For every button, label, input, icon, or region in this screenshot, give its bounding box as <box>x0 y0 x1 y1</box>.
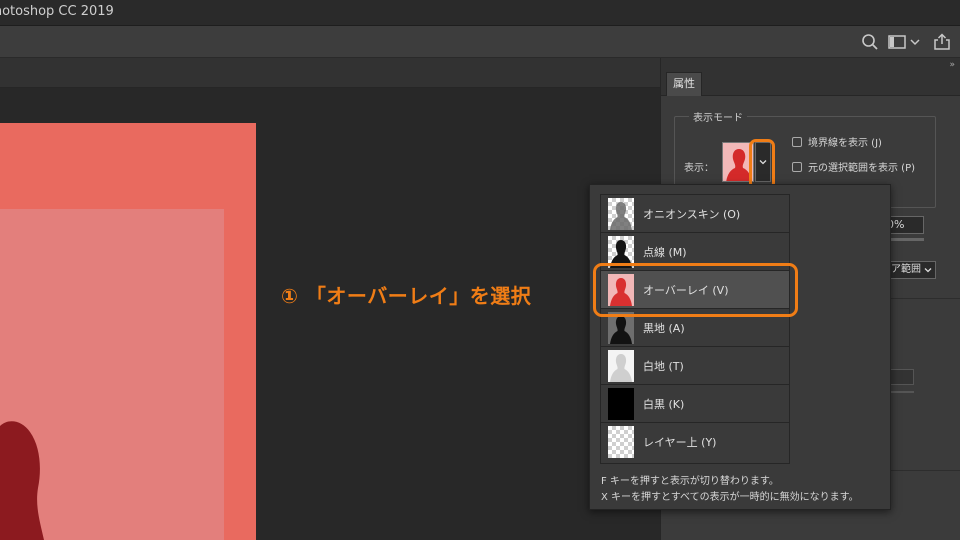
dropdown-highlight <box>749 139 775 190</box>
view-mode-label: 点線 (M) <box>643 246 687 259</box>
range-select-value: ア範囲 <box>891 264 921 275</box>
view-label: 表示： <box>684 163 714 174</box>
chevron-down-icon <box>924 268 932 273</box>
show-edges-checkbox[interactable]: 境界線を表示 (J) <box>792 134 882 149</box>
panel-slider[interactable] <box>888 391 914 393</box>
show-edges-label: 境界線を表示 (J) <box>808 138 882 149</box>
search-icon[interactable] <box>860 32 880 52</box>
show-original-label: 元の選択範囲を表示 (P) <box>808 163 916 174</box>
document-tab-strip <box>0 58 660 88</box>
hint-f-key: F キーを押すと表示が切り替わります。 <box>601 476 779 487</box>
view-mode-item-on-layers[interactable]: レイヤー上 (Y) <box>601 423 789 461</box>
view-mode-label: 白地 (T) <box>643 360 684 373</box>
view-mode-item-white-bg[interactable]: 白地 (T) <box>601 347 789 385</box>
share-icon[interactable] <box>932 32 952 52</box>
checkbox-box[interactable] <box>792 137 802 147</box>
view-mode-item-black-white[interactable]: 白黒 (K) <box>601 385 789 423</box>
canvas-area[interactable] <box>0 88 660 540</box>
collapse-panel-icon[interactable]: » <box>949 60 955 70</box>
hair-silhouette <box>0 421 44 540</box>
opacity-field[interactable]: 0% <box>888 216 924 234</box>
title-bar: Photoshop CC 2019 <box>0 0 960 26</box>
view-mode-label: レイヤー上 (Y) <box>643 436 717 449</box>
document-canvas[interactable] <box>0 123 256 540</box>
checkbox-box[interactable] <box>792 162 802 172</box>
range-select[interactable]: ア範囲 <box>888 261 936 279</box>
tab-properties[interactable]: 属性 <box>666 72 702 96</box>
view-mode-label: 白黒 (K) <box>643 398 685 411</box>
view-mode-label: 黒地 (A) <box>643 322 685 335</box>
view-mode-list: オニオンスキン (O) 点線 (M) オーバーレイ (V) 黒地 (A) 白地 <box>600 194 790 464</box>
hint-x-key: X キーを押すとすべての表示が一時的に無効になります。 <box>601 492 859 503</box>
chevron-down-icon[interactable] <box>909 32 921 52</box>
opacity-slider[interactable] <box>888 238 924 241</box>
view-mode-popup: オニオンスキン (O) 点線 (M) オーバーレイ (V) 黒地 (A) 白地 <box>589 184 891 510</box>
view-mode-label: オニオンスキン (O) <box>643 208 741 221</box>
black-white-thumbnail <box>608 388 634 420</box>
workspace-icon[interactable] <box>887 32 907 52</box>
overlay-item-highlight <box>593 263 798 317</box>
on-layers-thumbnail <box>608 426 634 458</box>
window-title: Photoshop CC 2019 <box>0 4 114 19</box>
view-mode-item-onion-skin[interactable]: オニオンスキン (O) <box>601 195 789 233</box>
white-bg-thumbnail <box>608 350 634 382</box>
options-bar <box>0 26 960 58</box>
onion-skin-thumbnail <box>608 198 634 230</box>
instruction-annotation: ① 「オーバーレイ」を選択 <box>281 284 532 308</box>
panel-field[interactable] <box>888 369 914 385</box>
panel-tab-strip: » 属性 <box>661 58 960 96</box>
show-original-checkbox[interactable]: 元の選択範囲を表示 (P) <box>792 159 916 174</box>
view-mode-group-title: 表示モード <box>689 109 747 124</box>
